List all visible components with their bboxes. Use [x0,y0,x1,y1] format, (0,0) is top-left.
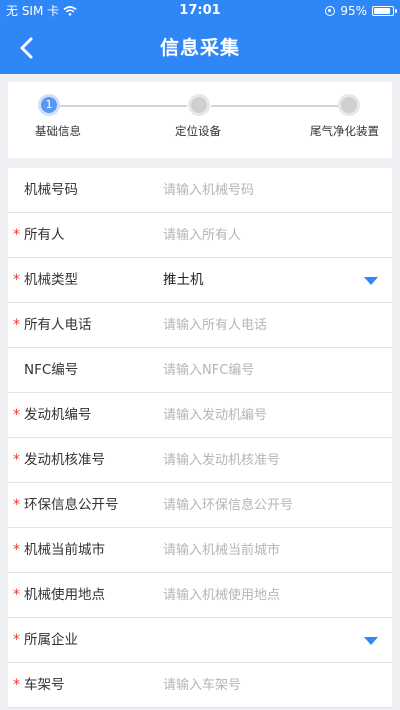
owner-phone-input[interactable] [163,314,363,336]
field-owner: * 所有人 [8,213,392,258]
nfc-number-input[interactable] [163,359,363,381]
owner-input[interactable] [163,224,363,246]
required-mark: * [13,632,20,648]
caret-down-icon[interactable] [364,637,378,645]
step-progress: 1 基础信息 定位设备 尾气净化装置 [8,82,392,158]
field-label: 发动机核准号 [24,452,105,468]
step-connector [51,105,187,107]
field-owner-phone: * 所有人电话 [8,303,392,348]
env-disclosure-input[interactable] [163,494,363,516]
field-env-disclosure-number: * 环保信息公开号 [8,483,392,528]
company-select[interactable]: * 所属企业 [8,618,392,663]
field-frame-number: * 车架号 [8,663,392,708]
required-mark: * [13,407,20,423]
page-title: 信息采集 [159,37,240,59]
caret-down-icon[interactable] [364,277,378,285]
required-mark: * [13,587,20,603]
info-form: 机械号码 * 所有人 * 机械类型 推土机 * 所有人电话 NFC编号 * 发动… [8,168,392,708]
step-connector [211,105,346,107]
field-current-city: * 机械当前城市 [8,528,392,573]
field-usage-location: * 机械使用地点 [8,573,392,618]
field-label: 所有人电话 [24,317,92,333]
required-mark: * [13,497,20,513]
field-label: NFC编号 [24,362,79,378]
required-mark: * [13,542,20,558]
app-header: 无 SIM 卡 17:01 95% 信息采集 [0,0,400,74]
field-label: 环保信息公开号 [24,497,119,513]
engine-approval-input[interactable] [163,449,363,471]
step-2-label: 定位设备 [175,124,221,138]
orientation-lock-icon [325,6,336,16]
step-1-label: 基础信息 [35,124,81,138]
required-mark: * [13,677,20,693]
machine-number-input[interactable] [163,179,363,201]
field-label: 发动机编号 [24,407,92,423]
engine-number-input[interactable] [163,404,363,426]
field-engine-number: * 发动机编号 [8,393,392,438]
field-machine-number: 机械号码 [8,168,392,213]
required-mark: * [13,452,20,468]
step-2-indicator [188,94,210,116]
field-label: 所有人 [24,227,65,243]
field-label: 机械号码 [24,182,78,198]
usage-location-input[interactable] [163,584,363,606]
field-nfc-number: NFC编号 [8,348,392,393]
machine-type-value: 推土机 [163,272,204,288]
step-3-label: 尾气净化装置 [310,124,379,138]
required-mark: * [13,317,20,333]
current-city-input[interactable] [163,539,363,561]
battery-icon [372,6,397,16]
field-label: 机械类型 [24,272,78,288]
frame-number-input[interactable] [163,674,363,696]
battery-percent: 95% [340,4,367,18]
step-3-indicator [338,94,360,116]
field-label: 所属企业 [24,632,78,648]
nav-bar: 信息采集 [0,22,400,74]
field-engine-approval-number: * 发动机核准号 [8,438,392,483]
machine-type-select[interactable]: * 机械类型 推土机 [8,258,392,303]
field-label: 机械使用地点 [24,587,105,603]
step-1-indicator: 1 [38,94,60,116]
required-mark: * [13,227,20,243]
status-bar: 无 SIM 卡 17:01 95% [0,0,400,22]
field-label: 车架号 [24,677,65,693]
field-label: 机械当前城市 [24,542,105,558]
battery-fill [374,8,390,14]
required-mark: * [13,272,20,288]
